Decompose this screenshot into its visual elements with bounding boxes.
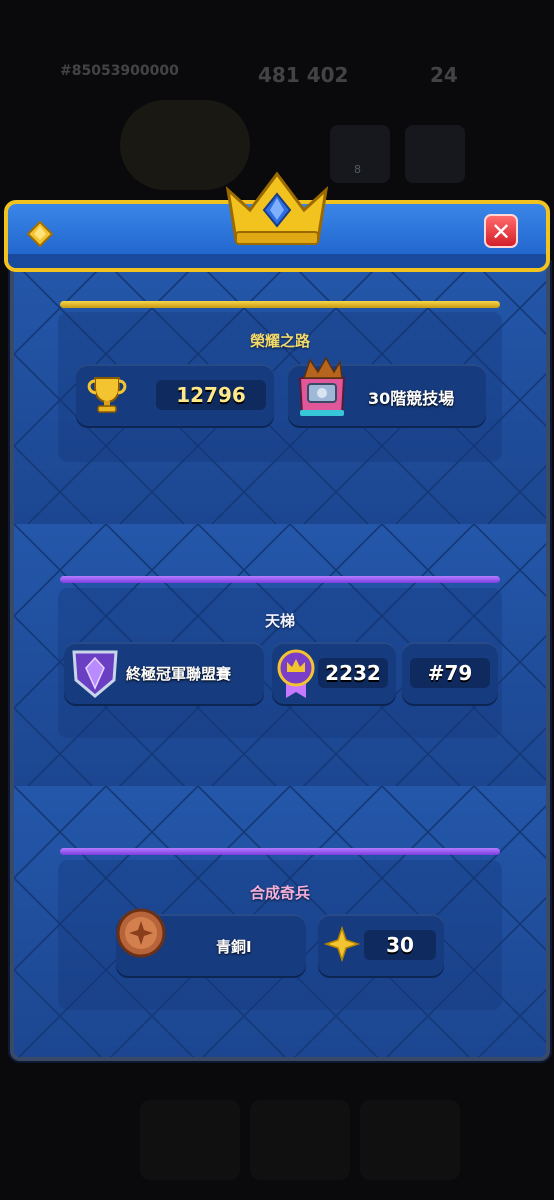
- merge-rank-pill[interactable]: 青銅I: [116, 908, 306, 976]
- gem-amount: 24: [430, 63, 458, 87]
- rank-pill: #79: [402, 642, 498, 704]
- background-bottom-nav: [0, 1090, 554, 1200]
- gold-divider: [60, 301, 500, 308]
- ladder-title: 天梯: [264, 612, 295, 630]
- path-title: 榮耀之路: [249, 332, 310, 350]
- rating-pill: 2232: [272, 642, 396, 704]
- close-button[interactable]: ✕: [484, 214, 518, 248]
- purple-divider: [60, 576, 500, 583]
- arena-name: 30階競技場: [368, 389, 455, 408]
- merge-tactics-section: 合成奇兵 青銅I 30: [14, 786, 546, 1057]
- arena-icon: [298, 356, 346, 416]
- league-name: 終極冠軍聯盟賽: [126, 665, 232, 683]
- league-pill[interactable]: 終極冠軍聯盟賽: [64, 642, 264, 704]
- path-of-legends-section: 榮耀之路 12796 30階競技場: [14, 262, 546, 530]
- stars-pill: 30: [318, 914, 444, 976]
- star-icon: [324, 926, 360, 962]
- gem-diamond-icon: [26, 220, 54, 248]
- ladder-section: 天梯 終極冠軍聯盟賽 2232 #79: [14, 524, 546, 792]
- background-friends-button: 8: [330, 125, 390, 183]
- league-shield-icon: [72, 650, 118, 698]
- bronze-rank-icon: [116, 908, 166, 958]
- trophy-icon: [87, 377, 127, 413]
- arena-pill[interactable]: 30階競技場: [288, 356, 486, 426]
- player-tag: #85053900000: [60, 63, 179, 79]
- gold-amount: 481 402: [258, 63, 349, 87]
- ranked-crown-medal-icon: [277, 649, 315, 698]
- merge-title: 合成奇兵: [249, 884, 310, 902]
- stats-modal: 榮耀之路 12796 30階競技場 天梯 終極冠軍聯盟賽 2232 #79 合成…: [10, 262, 550, 1061]
- trophy-count: 12796: [156, 380, 266, 410]
- ladder-rating: 2232: [318, 658, 388, 688]
- purple-divider: [60, 848, 500, 855]
- trophy-pill: 12796: [76, 364, 274, 426]
- background-topbar: #85053900000 481 402 24: [0, 55, 554, 95]
- star-count: 30: [364, 930, 436, 960]
- header-band: [8, 254, 546, 268]
- ladder-rank: #79: [410, 658, 490, 688]
- crown-icon: [225, 171, 329, 245]
- close-icon: ✕: [490, 218, 512, 246]
- merge-rank-name: 青銅I: [216, 938, 252, 956]
- background-menu-button: [405, 125, 465, 183]
